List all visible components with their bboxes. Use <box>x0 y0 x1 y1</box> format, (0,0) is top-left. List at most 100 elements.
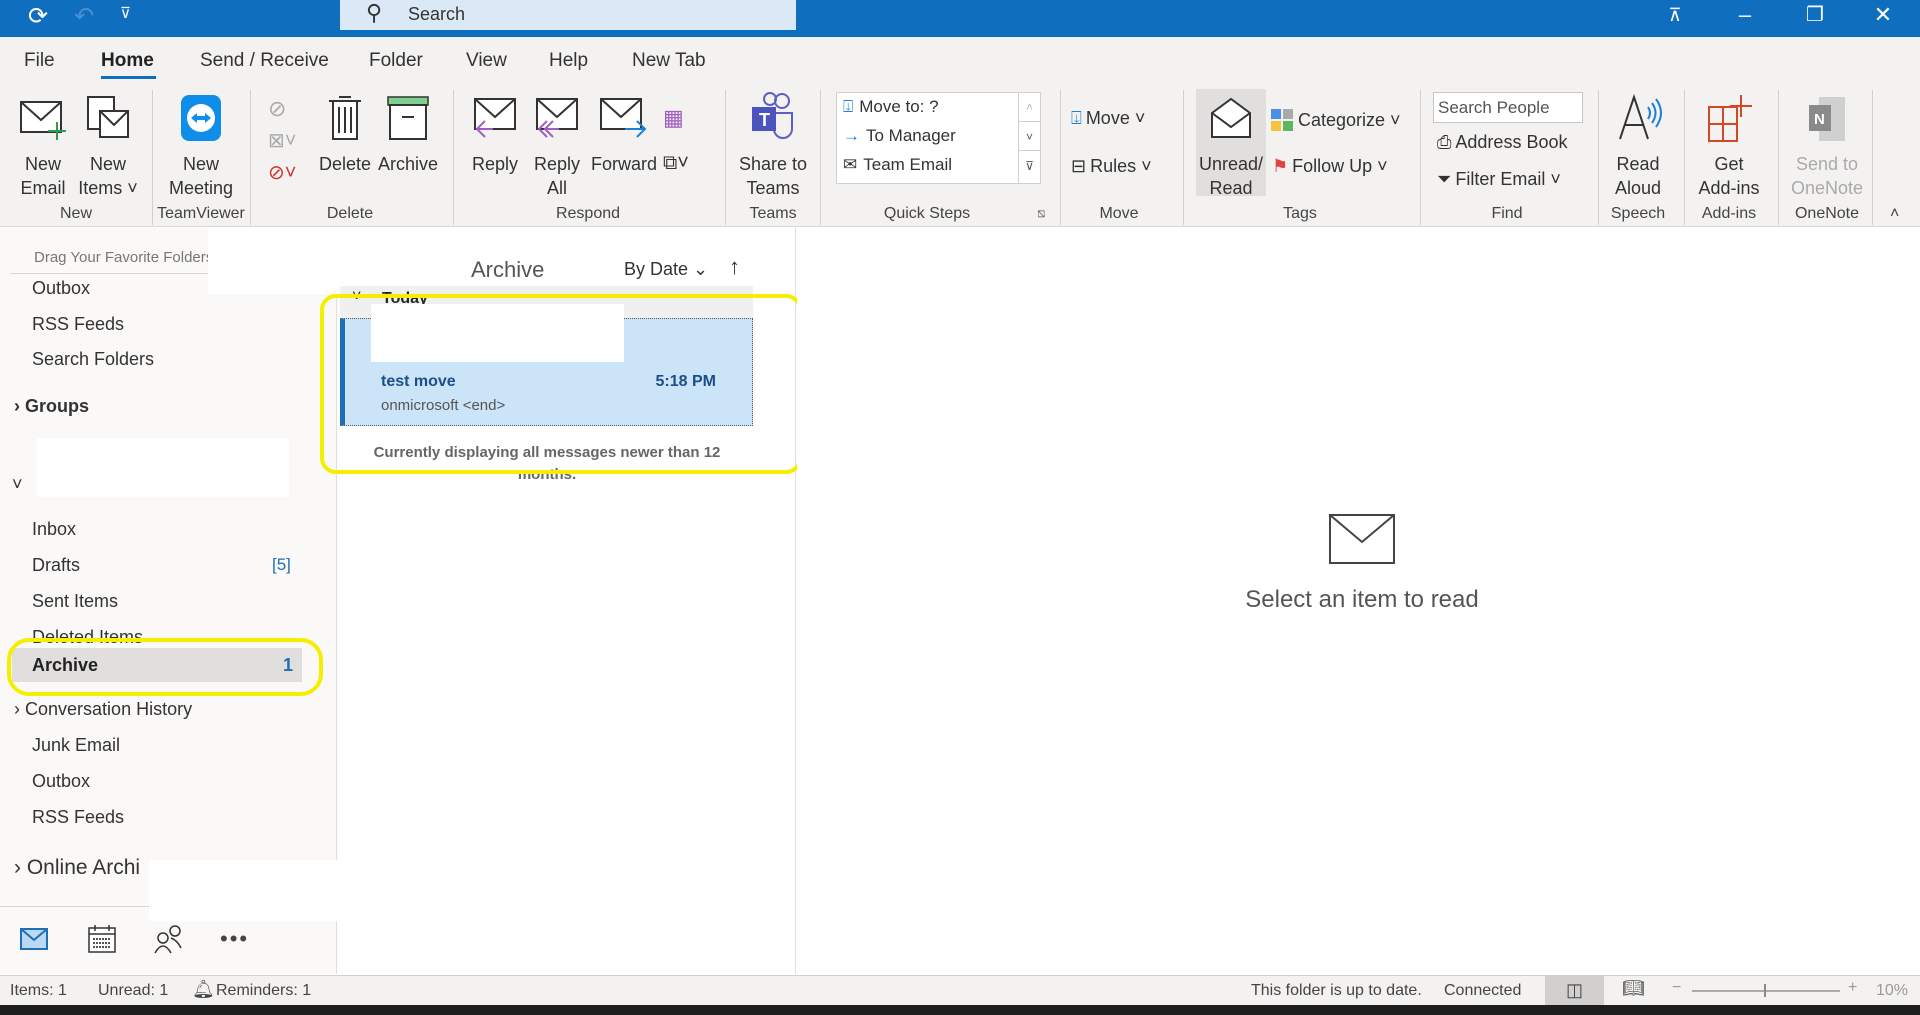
minimize-icon[interactable]: – <box>1725 2 1765 28</box>
customize-quick-access-icon[interactable]: ⊽ <box>120 4 131 22</box>
reminders-count[interactable]: Reminders: 1 <box>216 982 311 1000</box>
selected-tab-underline <box>101 76 156 79</box>
search-box[interactable]: ⚲ Search <box>340 0 796 30</box>
redacted-area <box>208 228 474 294</box>
categorize-icon <box>1271 109 1293 131</box>
filter-icon: ⏷ <box>1437 169 1452 189</box>
tab-folder[interactable]: Folder <box>369 50 423 72</box>
restore-icon[interactable]: ❐ <box>1795 2 1835 27</box>
chevron-right-icon: › <box>14 856 21 879</box>
reading-view-icon[interactable]: 📖︎ <box>1622 978 1645 999</box>
divider <box>1598 90 1599 225</box>
reply-with-meeting-icon[interactable]: ▦ <box>663 105 684 131</box>
label: Address Book <box>1455 132 1568 152</box>
label: Online Archi <box>26 856 141 879</box>
quick-steps-dialog-launcher-icon[interactable]: ⧅ <box>1037 205 1045 221</box>
folder-junk-email[interactable]: Junk Email <box>32 735 120 756</box>
rules-button[interactable]: ⊟ Rules ˅ <box>1071 156 1152 177</box>
send-to-onenote-button[interactable]: N Send to OneNote <box>1787 92 1867 200</box>
chevron-down-icon[interactable]: ˅ <box>12 474 23 495</box>
get-addins-button[interactable]: Get Add-ins <box>1689 92 1769 200</box>
collapse-ribbon-icon[interactable]: ˄ <box>1890 205 1899 223</box>
tab-help[interactable]: Help <box>549 50 588 72</box>
label: Aloud <box>1614 178 1662 198</box>
label: Follow Up ˅ <box>1292 156 1388 176</box>
normal-view-icon[interactable]: ◫ <box>1545 976 1604 1005</box>
folder-inbox[interactable]: Inbox <box>32 519 76 540</box>
label: Move to: ? <box>859 97 939 116</box>
sort-direction-icon[interactable]: ↑ <box>729 254 740 280</box>
label: By Date <box>624 259 689 279</box>
folder-rss-feeds-2[interactable]: RSS Feeds <box>32 807 124 828</box>
zoom-slider[interactable] <box>1692 990 1840 992</box>
tab-home[interactable]: Home <box>101 50 154 72</box>
chevron-right-icon: › <box>14 396 20 416</box>
more-apps-icon[interactable]: ••• <box>220 926 249 952</box>
folder-search-folders[interactable]: Search Folders <box>32 349 154 370</box>
mail-nav-icon[interactable] <box>20 928 48 955</box>
follow-up-button[interactable]: ⚑ Follow Up ˅ <box>1272 156 1388 177</box>
group-label-new: New <box>59 205 93 222</box>
close-icon[interactable]: ✕ <box>1863 2 1903 28</box>
read-aloud-button[interactable]: Read Aloud <box>1598 92 1678 200</box>
quick-step-move-to[interactable]: ⍗ Move to: ? <box>843 97 939 117</box>
refresh-icon[interactable]: ⟳ <box>28 2 48 31</box>
folder-sent-items[interactable]: Sent Items <box>32 591 118 612</box>
label: Read <box>1209 178 1253 198</box>
folder-groups[interactable]: › Groups <box>14 396 89 417</box>
quick-step-to-manager[interactable]: → To Manager <box>843 126 956 146</box>
search-people-input[interactable]: Search People <box>1433 92 1583 123</box>
open-envelope-icon <box>1191 92 1271 144</box>
label: OneNote <box>1790 178 1864 198</box>
folder-outbox[interactable]: Outbox <box>32 278 90 299</box>
folder-online-archive[interactable]: › Online Archi <box>14 856 140 880</box>
tab-view[interactable]: View <box>466 50 507 72</box>
group-label-onenote: OneNote <box>1794 205 1860 222</box>
label: Add-ins <box>1698 178 1760 198</box>
divider <box>820 90 821 225</box>
tab-file[interactable]: File <box>24 50 55 72</box>
filter-email-button[interactable]: ⏷ Filter Email ˅ <box>1437 169 1561 190</box>
categorize-button[interactable]: Categorize ˅ <box>1270 108 1401 132</box>
highlight-outline <box>7 638 323 696</box>
share-to-teams-button[interactable]: T Share to Teams <box>733 92 813 200</box>
quick-step-team-email[interactable]: ✉ Team Email <box>843 155 952 175</box>
label: Team Email <box>863 155 953 174</box>
folder-outbox-2[interactable]: Outbox <box>32 771 90 792</box>
new-items-button[interactable]: New Items ˅ <box>68 92 148 200</box>
divider <box>250 90 251 225</box>
clean-up-icon[interactable]: ⊠˅ <box>268 128 296 153</box>
ribbon-display-icon[interactable]: ⊼ <box>1655 5 1695 26</box>
address-book-button[interactable]: ⎙ Address Book <box>1437 132 1567 153</box>
undo-icon[interactable]: ↶ <box>74 2 94 31</box>
more-respond-icon[interactable]: ⧉˅ <box>663 152 689 175</box>
folder-conversation-history[interactable]: › Conversation History <box>14 699 192 720</box>
folder-rss-feeds[interactable]: RSS Feeds <box>32 314 124 335</box>
quick-steps-scroll[interactable]: ˄ ˅ ⊽ <box>1018 93 1040 183</box>
redacted-area <box>149 860 337 921</box>
envelope-icon <box>1329 514 1395 569</box>
label: Unread/ <box>1198 154 1264 174</box>
new-meeting-button[interactable]: New Meeting <box>161 92 241 200</box>
tab-new-tab[interactable]: New Tab <box>632 50 706 72</box>
bell-icon: 🔔︎ <box>192 979 215 999</box>
archive-button[interactable]: Archive <box>368 92 448 176</box>
label: Items ˅ <box>78 178 138 198</box>
junk-icon[interactable]: ⊘˅ <box>268 160 296 185</box>
unread-read-button[interactable]: Unread/Read <box>1191 92 1271 200</box>
zoom-slider-thumb[interactable] <box>1764 984 1766 997</box>
tab-send-receive[interactable]: Send / Receive <box>200 50 329 72</box>
folder-drafts[interactable]: Drafts <box>32 555 80 576</box>
zoom-in-icon[interactable]: + <box>1848 979 1857 997</box>
move-button[interactable]: ⍗ Move ˅ <box>1071 108 1145 129</box>
ignore-icon[interactable]: ⊘ <box>268 96 286 122</box>
people-nav-icon[interactable] <box>153 924 185 959</box>
new-items-icon <box>68 92 148 144</box>
calendar-nav-icon[interactable] <box>88 924 116 959</box>
group-label-find: Find <box>1491 205 1523 222</box>
sort-dropdown[interactable]: By Date ⌄ <box>624 259 708 280</box>
empty-reading-message: Select an item to read <box>1245 586 1479 613</box>
forward-button[interactable]: Forward <box>584 92 664 176</box>
zoom-out-icon[interactable]: − <box>1672 979 1681 997</box>
teamviewer-icon <box>161 92 241 144</box>
